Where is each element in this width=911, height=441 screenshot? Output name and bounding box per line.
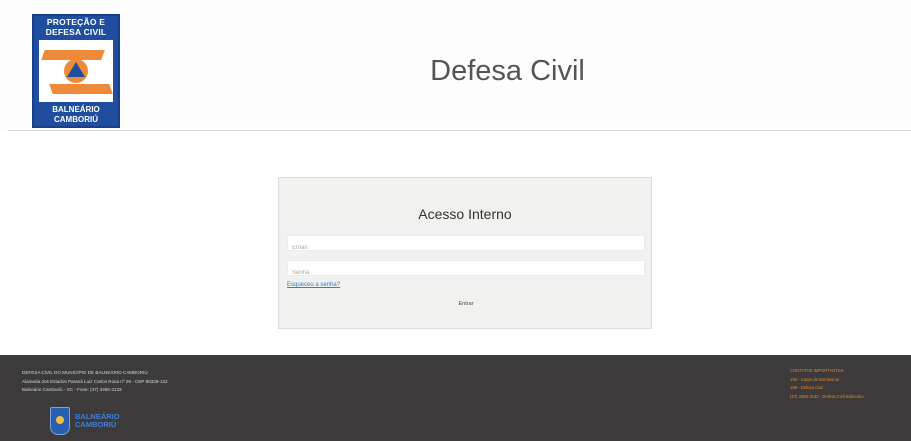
- footer-contact-line: 193 - Corpo de Bombeiros: [790, 376, 840, 382]
- footer-contact-line: CONTATOS IMPORTANTES: [790, 368, 844, 373]
- logo-bottom-line-2: CAMBORIÚ: [54, 115, 98, 124]
- footer-address: DEFESA CIVIL DO MUNICÍPIO DE BALNEÁRIO C…: [22, 369, 362, 395]
- logo-bottom-line-1: BALNEÁRIO: [52, 105, 100, 114]
- footer-contacts: CONTATOS IMPORTANTES 193 - Corpo de Bomb…: [790, 367, 911, 401]
- login-panel: Acesso Interno Esqueceu a senha? Entrar: [278, 177, 652, 329]
- city-logo[interactable]: BALNEÁRIO CAMBORIÚ: [50, 407, 120, 435]
- footer-address-line: Balneário Camboriú - SC - Fone: (47) 336…: [22, 387, 122, 393]
- defesa-civil-logo[interactable]: PROTEÇÃO E DEFESA CIVIL BALNEÁRIO CAMBOR…: [32, 14, 120, 128]
- footer-address-line: Alameda dos Estados Paraná Luiz Carlos R…: [22, 378, 168, 384]
- senha-field-wrapper: [287, 260, 645, 280]
- page-title: Defesa Civil: [430, 55, 585, 87]
- forgot-password-link[interactable]: Esqueceu a senha?: [287, 282, 340, 288]
- logo-line-1: PROTEÇÃO E: [46, 17, 106, 27]
- header-divider: [8, 130, 911, 131]
- logo-line-2: DEFESA CIVIL: [45, 27, 107, 37]
- login-title: Acesso Interno: [418, 206, 512, 222]
- footer-address-line: DEFESA CIVIL DO MUNICÍPIO DE BALNEÁRIO C…: [22, 370, 148, 375]
- email-field[interactable]: [288, 241, 644, 255]
- logo-top-text: PROTEÇÃO E DEFESA CIVIL: [34, 17, 118, 37]
- crest-icon: [50, 407, 70, 435]
- logo-bottom-text: BALNEÁRIO CAMBORIÚ: [34, 105, 118, 125]
- logo-emblem: [39, 40, 113, 102]
- email-field-wrapper: [287, 235, 645, 255]
- city-logo-line-2: CAMBORIÚ: [75, 420, 117, 429]
- password-field[interactable]: [288, 266, 644, 280]
- footer-contact-line: (47) 3366-3133 - Defesa Civil Balneário: [790, 393, 864, 399]
- footer-contact-line: 199 - Defesa Civil: [790, 385, 824, 391]
- city-logo-text: BALNEÁRIO CAMBORIÚ: [75, 413, 120, 429]
- site-header: PROTEÇÃO E DEFESA CIVIL BALNEÁRIO CAMBOR…: [0, 0, 911, 130]
- site-footer: DEFESA CIVIL DO MUNICÍPIO DE BALNEÁRIO C…: [0, 355, 911, 441]
- logo-band-bottom: [49, 84, 113, 94]
- triangle-icon: [67, 62, 85, 77]
- submit-button[interactable]: Entrar: [449, 299, 483, 309]
